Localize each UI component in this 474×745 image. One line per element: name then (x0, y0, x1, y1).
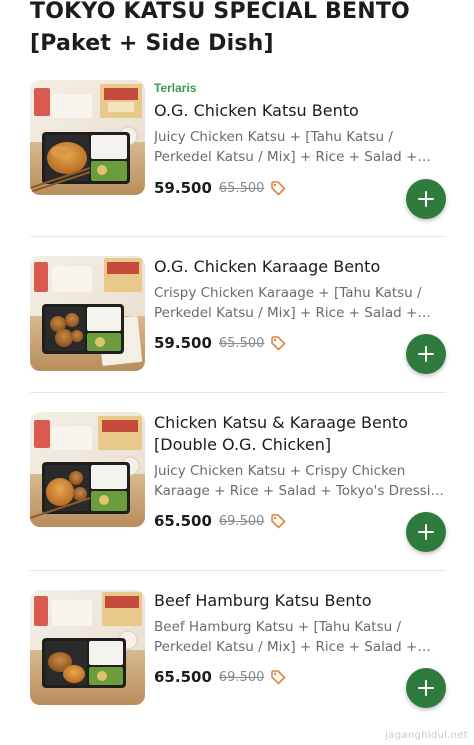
plus-icon (418, 191, 434, 207)
original-price: 69.500 (218, 669, 265, 685)
divider (30, 392, 446, 393)
plus-icon (418, 346, 434, 362)
menu-item[interactable]: Chicken Katsu & Karaage Bento [Double O.… (30, 412, 448, 552)
price: 65.500 (154, 512, 212, 530)
menu-item-info: Beef Hamburg Katsu Bento Beef Hamburg Ka… (154, 590, 448, 657)
price: 65.500 (154, 668, 212, 686)
menu-item[interactable]: Beef Hamburg Katsu Bento Beef Hamburg Ka… (30, 590, 446, 710)
food-photo[interactable] (30, 256, 145, 371)
menu-item-info: O.G. Chicken Karaage Bento Crispy Chicke… (154, 256, 448, 323)
menu-item[interactable]: Terlaris O.G. Chicken Katsu Bento Juicy … (30, 80, 446, 220)
original-price: 69.500 (218, 513, 265, 529)
section-title-line1: TOKYO KATSU SPECIAL BENTO (30, 0, 410, 24)
menu-item-description: Juicy Chicken Katsu + [Tahu Katsu / Perk… (154, 129, 418, 165)
food-photo[interactable] (30, 590, 145, 705)
menu-item-info: Chicken Katsu & Karaage Bento [Double O.… (154, 412, 448, 501)
tag-icon (271, 336, 286, 351)
price: 59.500 (154, 334, 212, 352)
price-row: 65.500 69.500 (154, 668, 286, 686)
section-title: TOKYO KATSU SPECIAL BENTO [Paket + Side … (30, 0, 450, 60)
add-to-cart-button[interactable] (406, 512, 446, 552)
menu-item-name[interactable]: O.G. Chicken Karaage Bento (154, 256, 448, 278)
price: 59.500 (154, 179, 212, 197)
section-title-line2: [Paket + Side Dish] (30, 31, 274, 56)
menu-item-name[interactable]: Beef Hamburg Katsu Bento (154, 590, 448, 612)
add-to-cart-button[interactable] (406, 668, 446, 708)
price-row: 65.500 69.500 (154, 512, 286, 530)
menu-item-description: Beef Hamburg Katsu + [Tahu Katsu / Perke… (154, 619, 418, 655)
plus-icon (418, 680, 434, 696)
add-to-cart-button[interactable] (406, 334, 446, 374)
divider (30, 236, 446, 237)
plus-icon (418, 524, 434, 540)
tag-icon (271, 514, 286, 529)
original-price: 65.500 (218, 335, 265, 351)
tag-icon (271, 181, 286, 196)
menu-item-name[interactable]: Chicken Katsu & Karaage Bento [Double O.… (154, 412, 448, 456)
price-row: 59.500 65.500 (154, 179, 286, 197)
menu-item[interactable]: O.G. Chicken Karaage Bento Crispy Chicke… (30, 256, 446, 376)
divider (30, 570, 446, 571)
price-row: 59.500 65.500 (154, 334, 286, 352)
tag-icon (271, 670, 286, 685)
menu-item-info: Terlaris O.G. Chicken Katsu Bento Juicy … (154, 80, 448, 167)
add-to-cart-button[interactable] (406, 179, 446, 219)
menu-item-name[interactable]: O.G. Chicken Katsu Bento (154, 100, 448, 122)
original-price: 65.500 (218, 180, 265, 196)
menu-item-description: Juicy Chicken Katsu + Crispy Chicken Kar… (154, 463, 448, 499)
food-photo[interactable] (30, 412, 145, 527)
bestseller-badge: Terlaris (154, 81, 197, 95)
watermark: jaganghidul.net (385, 730, 468, 741)
food-photo[interactable] (30, 80, 145, 195)
menu-item-description: Crispy Chicken Karaage + [Tahu Katsu / P… (154, 285, 422, 321)
